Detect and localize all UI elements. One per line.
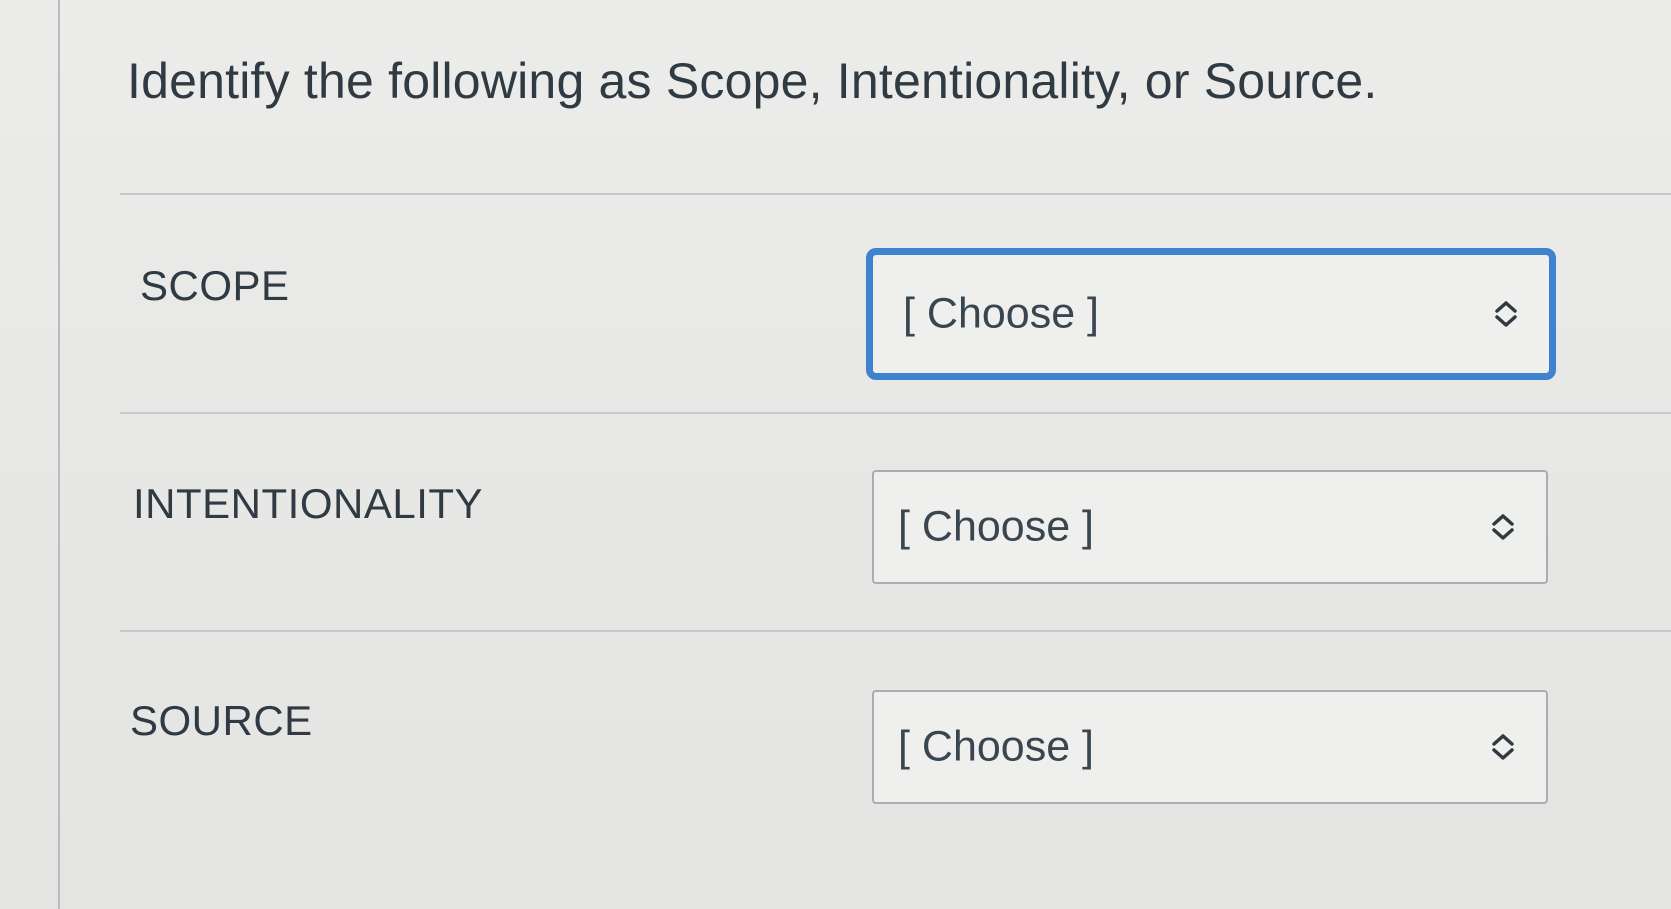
quiz-page: Identify the following as Scope, Intenti… [0,0,1671,909]
select-value: [ Choose ] [898,722,1094,771]
divider [120,630,1671,632]
question-text: Identify the following as Scope, Intenti… [127,53,1378,109]
left-border [58,0,60,909]
select-value: [ Choose ] [903,289,1099,338]
scope-select[interactable]: [ Choose ] [866,248,1556,380]
chevron-up-down-icon [1492,514,1514,540]
match-label-source: SOURCE [130,697,313,744]
source-select[interactable]: [ Choose ] [872,690,1548,804]
divider [120,412,1671,414]
divider [120,193,1671,195]
chevron-up-down-icon [1495,301,1517,327]
chevron-up-down-icon [1492,734,1514,760]
intentionality-select[interactable]: [ Choose ] [872,470,1548,584]
match-label-scope: SCOPE [140,262,290,309]
select-value: [ Choose ] [898,502,1094,551]
match-label-intentionality: INTENTIONALITY [133,480,484,527]
